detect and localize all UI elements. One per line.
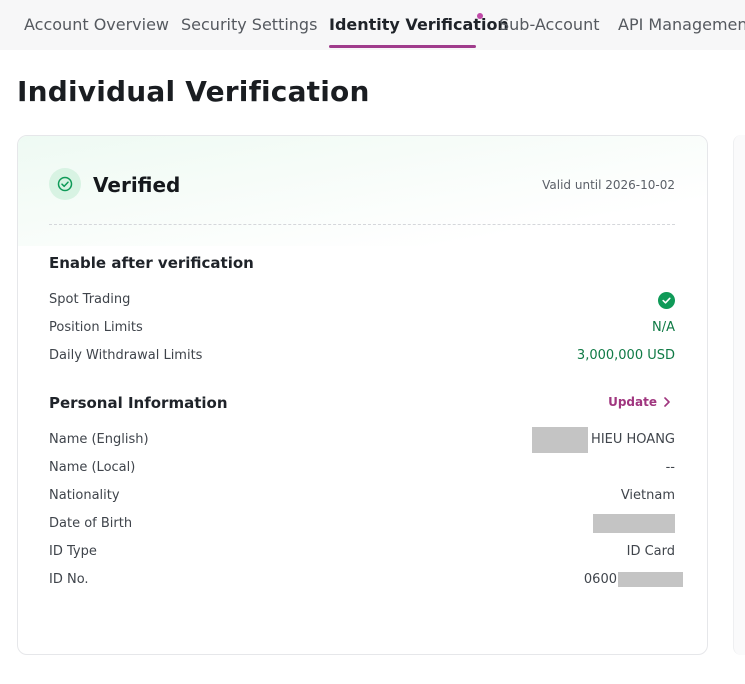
update-link[interactable]: Update <box>608 394 671 410</box>
tab-api-management[interactable]: API Management <box>618 15 745 35</box>
name-local-value: -- <box>665 460 675 475</box>
spot-trading-check-icon <box>658 292 675 309</box>
chevron-right-icon <box>664 397 670 407</box>
update-label: Update <box>608 395 657 409</box>
position-limits-value: N/A <box>652 320 675 335</box>
position-limits-label: Position Limits <box>49 320 143 335</box>
active-tab-indicator <box>329 45 476 48</box>
id-type-value: ID Card <box>626 544 675 559</box>
notification-dot <box>477 13 483 19</box>
daily-withdrawal-limits-value: 3,000,000 USD <box>576 348 675 363</box>
page-title: Individual Verification <box>17 75 370 108</box>
name-local-label: Name (Local) <box>49 460 136 475</box>
name-english-value: HIEU HOANG <box>591 432 675 447</box>
personal-info-title: Personal Information <box>49 394 228 412</box>
spot-trading-label: Spot Trading <box>49 292 131 307</box>
id-number-redacted <box>618 572 683 587</box>
id-type-label: ID Type <box>49 544 97 559</box>
check-icon <box>662 297 671 304</box>
date-of-birth-label: Date of Birth <box>49 516 133 531</box>
tab-sub-account[interactable]: Sub-Account <box>499 15 599 35</box>
date-of-birth-redacted <box>593 514 675 533</box>
id-number-value: 0600 <box>583 572 617 587</box>
nationality-label: Nationality <box>49 488 120 503</box>
tab-security-settings[interactable]: Security Settings <box>181 15 317 35</box>
adjacent-card-edge <box>733 135 745 655</box>
section-divider <box>49 224 675 225</box>
tab-account-overview[interactable]: Account Overview <box>24 15 169 35</box>
redacted-block <box>532 427 588 453</box>
id-number-label: ID No. <box>49 572 89 587</box>
nationality-value: Vietnam <box>620 488 675 503</box>
valid-until-date: Valid until 2026-10-02 <box>542 178 675 192</box>
daily-withdrawal-limits-label: Daily Withdrawal Limits <box>49 348 203 363</box>
verification-status: Verified <box>93 173 181 197</box>
top-tab-bar: Account Overview Security Settings Ident… <box>0 0 745 50</box>
name-english-label: Name (English) <box>49 432 149 447</box>
enable-section-title: Enable after verification <box>49 254 254 272</box>
verified-status-icon <box>49 168 81 200</box>
check-circle-icon <box>57 176 73 192</box>
